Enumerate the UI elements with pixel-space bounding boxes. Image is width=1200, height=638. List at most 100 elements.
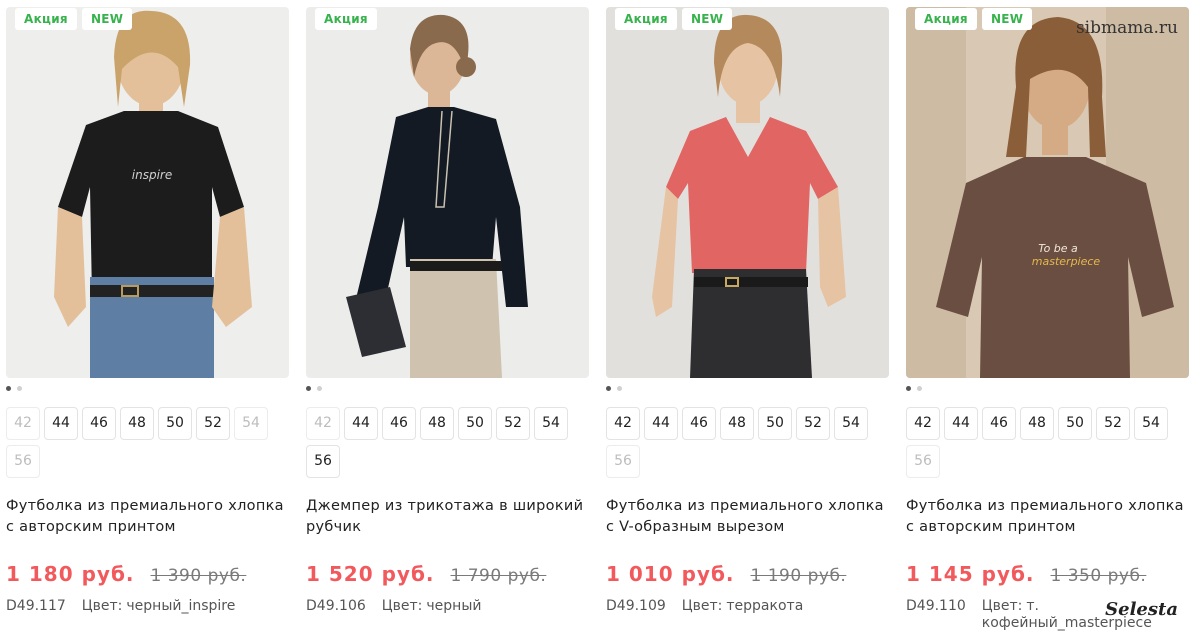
svg-text:To be a: To be a (1038, 242, 1078, 255)
old-price: 1 390 руб. (150, 566, 247, 586)
current-price: 1 145 руб. (906, 562, 1035, 586)
pagination-dot[interactable] (617, 386, 622, 391)
pagination-dot[interactable] (917, 386, 922, 391)
color-label: Цвет: (681, 598, 723, 614)
price-block: 1 180 руб. 1 390 руб. (6, 562, 246, 586)
new-badge: NEW (81, 8, 133, 30)
pagination-dot[interactable] (317, 386, 322, 391)
product-sku: D49.106 (306, 598, 366, 614)
size-option: 42 (306, 407, 340, 440)
size-option[interactable]: 50 (458, 407, 492, 440)
color-label: Цвет: (981, 598, 1023, 614)
sale-badge: Акция (615, 8, 677, 30)
size-option[interactable]: 52 (496, 407, 530, 440)
new-badge: NEW (681, 8, 733, 30)
size-option[interactable]: 46 (982, 407, 1016, 440)
jumper-black-photo (306, 7, 589, 378)
tshirt-black-photo: inspire (6, 7, 289, 378)
size-selector: 42 44 46 48 50 52 54 56 (306, 407, 589, 478)
size-option[interactable]: 54 (1134, 407, 1168, 440)
pagination-dot-active[interactable] (906, 386, 911, 391)
current-price: 1 180 руб. (6, 562, 135, 586)
sale-badge: Акция (915, 8, 977, 30)
color-label: Цвет: (381, 598, 423, 614)
product-card[interactable]: Акция NEW 42 44 46 48 50 52 54 56 Футбол… (606, 0, 889, 638)
size-option[interactable]: 52 (196, 407, 230, 440)
pagination-dot-active[interactable] (606, 386, 611, 391)
current-price: 1 520 руб. (306, 562, 435, 586)
size-option[interactable]: 54 (834, 407, 868, 440)
old-price: 1 350 руб. (1050, 566, 1147, 586)
size-option[interactable]: 50 (1058, 407, 1092, 440)
tshirt-coffee-photo: To be a masterpiece (906, 7, 1189, 378)
size-selector: 42 44 46 48 50 52 54 56 (6, 407, 289, 478)
size-option[interactable]: 46 (682, 407, 716, 440)
color-label: Цвет: (81, 598, 123, 614)
size-option[interactable]: 44 (944, 407, 978, 440)
size-option[interactable]: 48 (420, 407, 454, 440)
pagination-dot-active[interactable] (6, 386, 11, 391)
size-selector: 42 44 46 48 50 52 54 56 (906, 407, 1189, 478)
color-info: Цвет: черный (382, 598, 589, 615)
old-price: 1 190 руб. (750, 566, 847, 586)
size-option[interactable]: 46 (382, 407, 416, 440)
pagination-dot[interactable] (17, 386, 22, 391)
size-option[interactable]: 44 (344, 407, 378, 440)
size-option[interactable]: 50 (158, 407, 192, 440)
product-grid: inspire Акция NEW 42 44 46 48 50 52 54 5… (0, 0, 1200, 638)
badge-group: Акция NEW (915, 8, 1033, 30)
product-sku: D49.110 (906, 598, 966, 614)
sale-badge: Акция (15, 8, 77, 30)
size-option: 56 (606, 445, 640, 478)
product-photo[interactable]: inspire (6, 7, 289, 378)
product-meta: D49.109 Цвет: терракота (606, 598, 889, 615)
size-option[interactable]: 52 (1096, 407, 1130, 440)
size-option[interactable]: 54 (534, 407, 568, 440)
svg-text:masterpiece: masterpiece (1032, 255, 1101, 268)
image-pagination (6, 386, 22, 391)
size-option[interactable]: 52 (796, 407, 830, 440)
size-option[interactable]: 48 (720, 407, 754, 440)
badge-group: Акция NEW (615, 8, 733, 30)
product-title[interactable]: Джемпер из трикотажа в широкий рубчик (306, 496, 589, 538)
site-watermark: sibmama.ru (1075, 18, 1178, 38)
size-option[interactable]: 44 (44, 407, 78, 440)
product-photo[interactable] (306, 7, 589, 378)
size-option[interactable]: 48 (1020, 407, 1054, 440)
product-photo[interactable]: To be a masterpiece (906, 7, 1189, 378)
product-sku: D49.117 (6, 598, 66, 614)
pagination-dot-active[interactable] (306, 386, 311, 391)
product-photo[interactable] (606, 7, 889, 378)
sale-badge: Акция (315, 8, 377, 30)
old-price: 1 790 руб. (450, 566, 547, 586)
size-option: 42 (6, 407, 40, 440)
size-option: 54 (234, 407, 268, 440)
product-card[interactable]: To be a masterpiece Акция NEW 42 44 46 4… (906, 0, 1189, 638)
size-option[interactable]: 44 (644, 407, 678, 440)
size-option[interactable]: 48 (120, 407, 154, 440)
tshirt-terracotta-photo (606, 7, 889, 378)
size-option[interactable]: 42 (906, 407, 940, 440)
size-option[interactable]: 50 (758, 407, 792, 440)
size-option[interactable]: 46 (82, 407, 116, 440)
size-selector: 42 44 46 48 50 52 54 56 (606, 407, 889, 478)
product-title[interactable]: Футболка из премиального хлопка с авторс… (6, 496, 289, 538)
size-option: 56 (6, 445, 40, 478)
badge-group: Акция (315, 8, 377, 30)
svg-text:inspire: inspire (132, 168, 172, 182)
product-card[interactable]: inspire Акция NEW 42 44 46 48 50 52 54 5… (6, 0, 289, 638)
brand-logo: Selesta (1105, 599, 1178, 620)
size-option[interactable]: 56 (306, 445, 340, 478)
new-badge: NEW (981, 8, 1033, 30)
current-price: 1 010 руб. (606, 562, 735, 586)
color-info: Цвет: терракота (682, 598, 889, 615)
product-sku: D49.109 (606, 598, 666, 614)
product-title[interactable]: Футболка из премиального хлопка с авторс… (906, 496, 1189, 538)
badge-group: Акция NEW (15, 8, 133, 30)
size-option[interactable]: 42 (606, 407, 640, 440)
image-pagination (906, 386, 922, 391)
product-meta: D49.117 Цвет: черный_inspire (6, 598, 289, 615)
color-value: черный (426, 598, 482, 614)
product-card[interactable]: Акция 42 44 46 48 50 52 54 56 Джемпер из… (306, 0, 589, 638)
product-title[interactable]: Футболка из премиального хлопка с V-обра… (606, 496, 889, 538)
